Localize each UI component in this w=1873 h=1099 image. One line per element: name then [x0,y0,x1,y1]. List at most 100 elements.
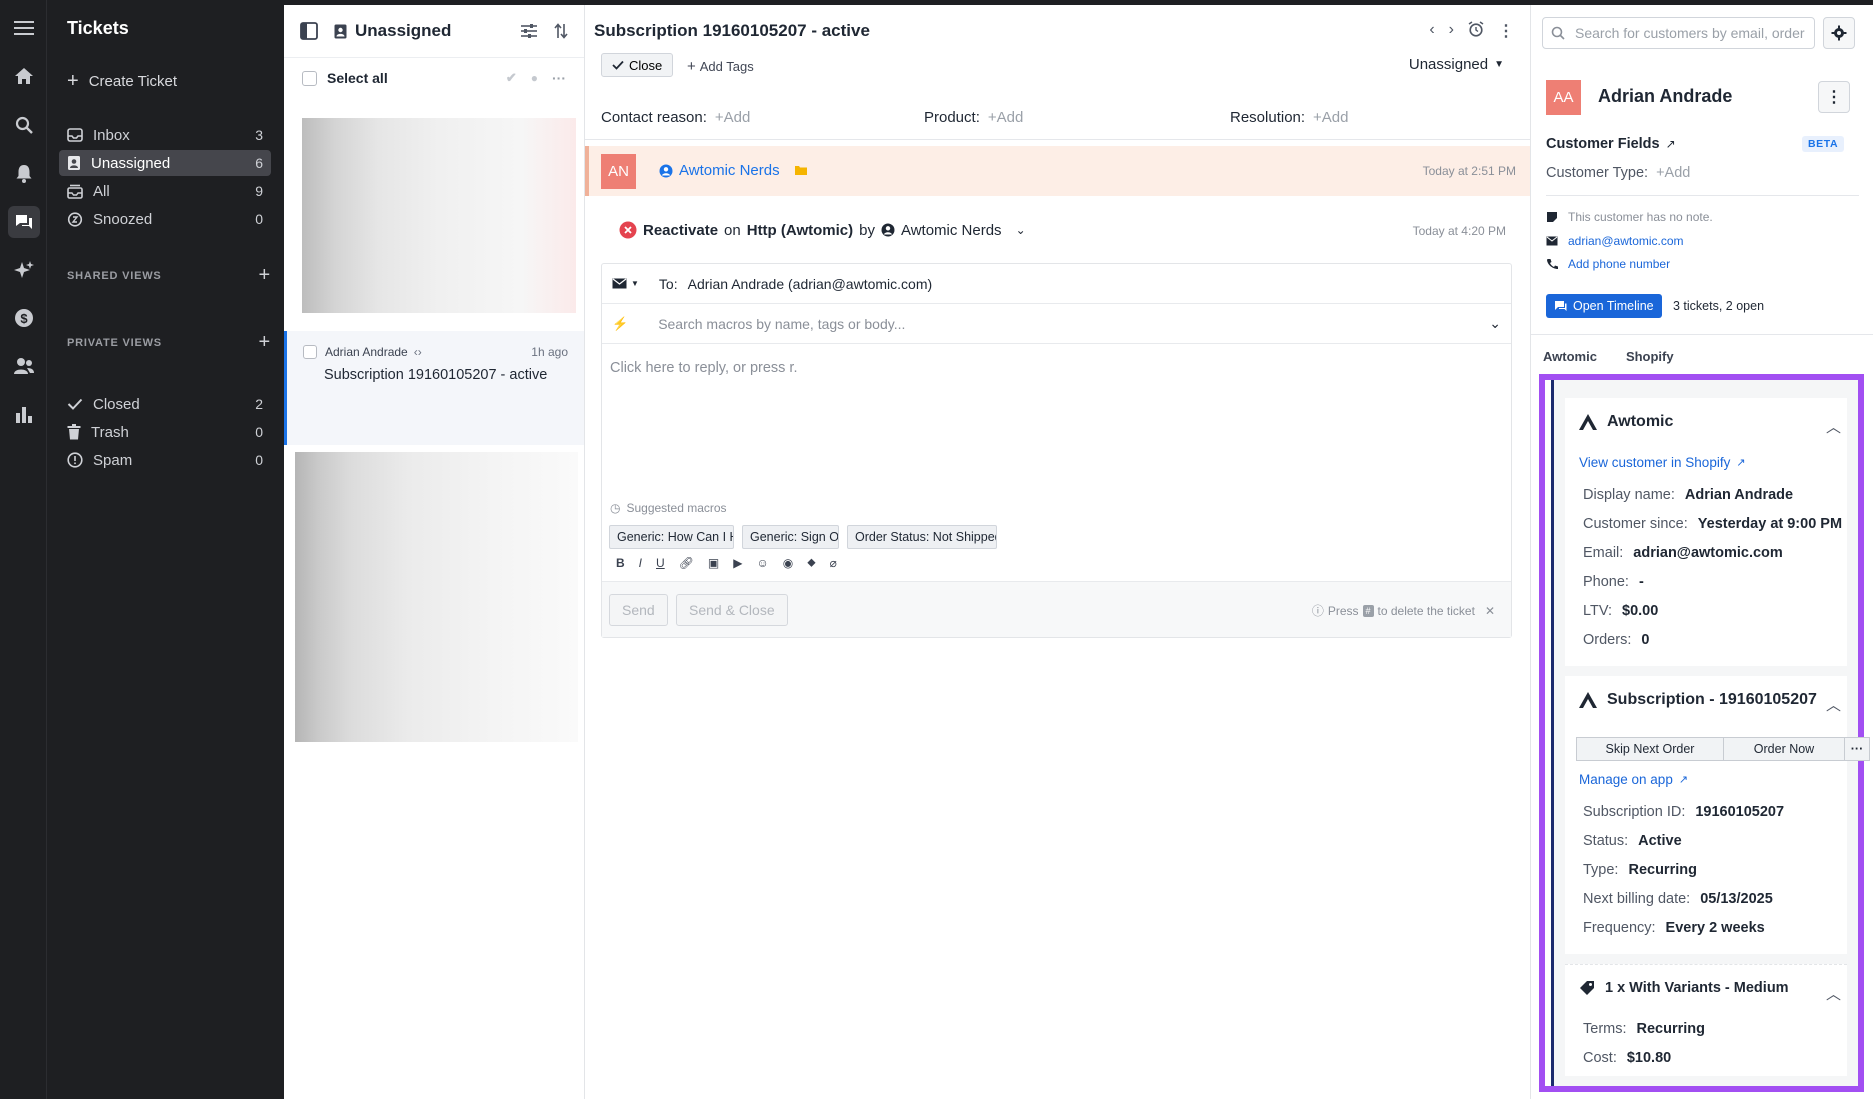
assignee-dropdown[interactable]: Unassigned ▼ [1409,56,1504,73]
customer-email[interactable]: adrian@awtomic.com [1546,234,1684,248]
kv-value: 05/13/2025 [1700,891,1773,907]
bar-chart-icon[interactable] [0,394,47,434]
sidebar-item-unassigned[interactable]: Unassigned 6 [59,150,271,176]
more-actions-icon[interactable]: ··· [1845,737,1870,761]
checkmark-icon [67,398,83,410]
to-recipient[interactable]: Adrian Andrade (adrian@awtomic.com) [688,276,933,292]
email-channel-dropdown[interactable]: ▼ [612,278,639,289]
tab-shopify[interactable]: Shopify [1626,349,1674,364]
ticket-list-item[interactable]: Adrian Andrade ‹› 1h ago Subscription 19… [284,331,584,445]
link-icon[interactable]: 🔗︎ [679,556,694,570]
avatar: AA [1546,80,1581,115]
ticket-checkbox[interactable] [303,345,317,359]
macro-chip[interactable]: Generic: How Can I Help [609,525,734,549]
icon-rail: $ [0,0,47,1099]
manage-on-app-link[interactable]: Manage on app ↗ [1579,772,1688,787]
sidebar-item-inbox[interactable]: Inbox 3 [59,122,271,148]
order-now-button[interactable]: Order Now [1724,737,1845,761]
attachment-icon[interactable]: ⌀ [830,556,837,570]
contact-reason-field[interactable]: Contact reason: +Add [601,109,750,126]
close-ticket-button[interactable]: Close [601,53,674,77]
sidebar-item-closed[interactable]: Closed 2 [59,391,271,417]
reply-body-input[interactable]: Click here to reply, or press r. [610,360,798,376]
tab-awtomic[interactable]: Awtomic [1543,349,1597,364]
macro-search-row[interactable]: ⚡ Search macros by name, tags or body...… [602,304,1511,344]
macro-chip[interactable]: Generic: Sign Off [742,525,839,549]
field-add[interactable]: +Add [715,109,750,126]
video-icon[interactable]: ▶︎ [733,556,742,570]
product-field[interactable]: Product: +Add [924,109,1023,126]
gear-icon[interactable] [1823,17,1855,49]
field-add[interactable]: +Add [988,109,1023,126]
person-icon[interactable]: ● [531,71,538,85]
emoji-icon[interactable]: ☺ [757,556,769,570]
close-icon[interactable]: ✕ [1485,604,1495,618]
sidebar-item-all[interactable]: All 9 [59,178,271,204]
add-shared-view-icon[interactable]: + [259,264,271,287]
more-vertical-icon[interactable]: ⋮ [1818,81,1850,113]
macro-search-input[interactable]: Search macros by name, tags or body... [658,316,1459,332]
terms-row: Terms: Recurring [1583,1021,1705,1037]
chevron-left-icon[interactable]: ‹ [1429,21,1434,41]
sidebar-item-snoozed[interactable]: Snoozed 0 [59,206,271,232]
open-timeline-button[interactable]: Open Timeline [1546,294,1662,318]
customer-fields-header[interactable]: Customer Fields ↗ [1546,136,1676,152]
chat-tickets-icon[interactable] [0,202,47,242]
italic-icon[interactable]: I [639,556,642,570]
chevron-up-icon[interactable]: ︿ [1826,694,1841,715]
sort-arrows-icon[interactable] [554,23,568,39]
bell-icon[interactable] [0,153,47,193]
home-icon[interactable] [0,56,47,96]
shared-views-header: SHARED VIEWS + [67,264,271,287]
more-options-icon[interactable]: ··· [552,70,566,86]
field-add[interactable]: +Add [1313,109,1348,126]
view-in-shopify-link[interactable]: View customer in Shopify ↗ [1579,455,1746,470]
snooze-alarm-icon[interactable] [1468,21,1484,37]
check-circle-icon[interactable]: ✔ [506,70,517,86]
macro-chip[interactable]: Order Status: Not Shipped [847,525,997,549]
customer-note[interactable]: This customer has no note. [1546,210,1713,224]
hamburger-menu-icon[interactable] [0,8,47,48]
select-all-checkbox[interactable] [302,70,317,86]
users-icon[interactable] [0,346,47,386]
sidebar-item-trash[interactable]: Trash 0 [59,419,271,445]
subscription-card-header[interactable]: Subscription - 19160105207 [1579,691,1817,709]
skip-next-order-button[interactable]: Skip Next Order [1576,737,1724,761]
discount-icon[interactable]: ◉ [783,556,793,570]
chevron-right-icon[interactable]: › [1449,21,1454,41]
sidebar-item-spam[interactable]: Spam 0 [59,447,271,473]
product-card-header[interactable]: 1 x With Variants - Medium [1579,980,1789,996]
chevron-down-icon[interactable]: ⌄ [1016,223,1026,237]
more-vertical-icon[interactable]: ⋮ [1498,21,1514,41]
tag-icon[interactable]: ⬥ [807,555,815,570]
create-ticket-button[interactable]: + Create Ticket [67,71,177,91]
filter-sliders-icon[interactable] [520,23,538,39]
divider [585,139,1530,140]
chevron-up-icon[interactable]: ︿ [1826,416,1841,437]
search-icon[interactable] [0,105,47,145]
customer-since-row: Customer since: Yesterday at 9:00 PM [1583,516,1842,532]
ai-sparkle-icon[interactable] [0,250,47,290]
send-button[interactable]: Send [609,594,668,626]
chevron-down-icon[interactable]: ⌄ [1489,315,1501,332]
dollar-icon[interactable]: $ [0,298,47,338]
add-phone[interactable]: Add phone number [1546,257,1670,271]
customer-type-add[interactable]: +Add [1656,165,1690,181]
awtomic-card-header[interactable]: Awtomic [1579,413,1673,431]
folder-icon [794,166,807,175]
subscription-card: Subscription - 19160105207 ︿ Skip Next O… [1565,676,1870,954]
ticket-count: 3 tickets, 2 open [1673,299,1765,313]
image-icon[interactable]: ▣ [708,556,719,570]
lightning-icon: ⚡ [612,315,629,331]
chevron-up-icon[interactable]: ︿ [1826,983,1841,1004]
message-sender[interactable]: Awtomic Nerds [659,162,808,179]
resolution-field[interactable]: Resolution: +Add [1230,109,1349,126]
add-tags-button[interactable]: + Add Tags [687,58,754,75]
add-private-view-icon[interactable]: + [259,331,271,354]
bold-icon[interactable]: B [616,556,625,570]
customer-search-input[interactable] [1575,25,1805,41]
toggle-sidebar-icon[interactable] [300,22,318,40]
underline-icon[interactable]: U [656,556,665,570]
send-close-button[interactable]: Send & Close [676,594,788,626]
kv-value: adrian@awtomic.com [1633,545,1783,561]
